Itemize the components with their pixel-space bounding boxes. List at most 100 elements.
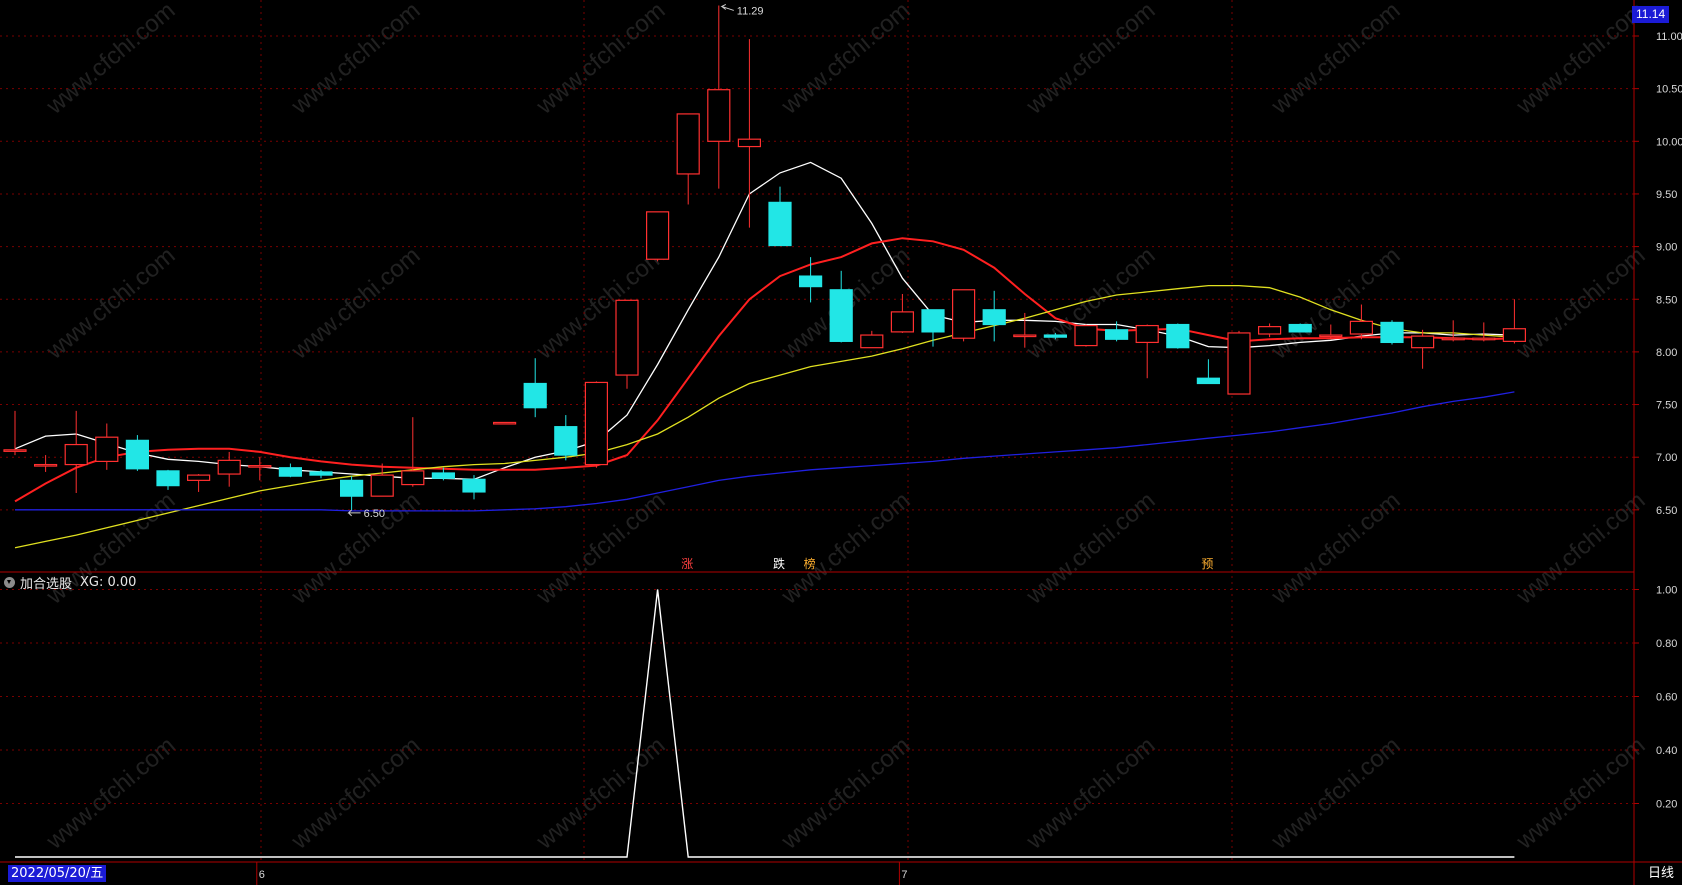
watermark-text: www.cfchi.com <box>1511 242 1651 365</box>
candle-down <box>1380 321 1404 344</box>
candle-up <box>248 465 272 468</box>
candle-down <box>125 439 150 470</box>
candle-down <box>768 201 792 247</box>
candle-up <box>645 211 670 260</box>
candle-down <box>309 471 333 476</box>
indicator-y-tick-label: 0.60 <box>1656 692 1677 704</box>
watermark-text: www.cfchi.com <box>531 242 671 365</box>
chart-canvas[interactable]: www.cfchi.com www.cfchi.com www.cfchi.com w… <box>0 0 1682 885</box>
candle-down <box>156 470 180 487</box>
candle-up <box>64 443 88 466</box>
candle-down <box>982 309 1006 326</box>
candle-up <box>1410 335 1435 349</box>
candle-up <box>951 289 976 339</box>
signal-marker: 预 <box>1201 557 1213 571</box>
watermark-text: www.cfchi.com <box>286 487 426 610</box>
candle-up <box>676 113 700 175</box>
candle-down <box>1288 323 1312 333</box>
indicator-menu-icon[interactable] <box>4 576 15 588</box>
watermark-text: www.cfchi.com <box>41 487 181 610</box>
candle-down <box>1166 323 1190 349</box>
candle-down <box>921 309 945 333</box>
candle-down <box>798 275 823 288</box>
candle-up <box>370 474 394 497</box>
y-tick-label: 8.50 <box>1656 294 1677 306</box>
month-label: 7 <box>901 869 907 881</box>
watermark-text: www.cfchi.com <box>1021 487 1161 610</box>
month-label: 6 <box>259 869 265 881</box>
ma-line-4 <box>15 391 1515 512</box>
y-tick-label: 8.00 <box>1656 347 1677 359</box>
candle-up <box>707 89 731 142</box>
candle-up <box>1441 337 1465 341</box>
candle-up <box>1013 334 1037 338</box>
candle-up <box>217 459 241 475</box>
candle-up <box>860 334 884 349</box>
indicator-y-tick-label: 1.00 <box>1656 585 1677 597</box>
candle-up <box>1074 324 1098 347</box>
watermark-text: www.cfchi.com <box>41 0 181 120</box>
current-price-box: 11.14 <box>1632 6 1670 23</box>
candle-up <box>1257 326 1282 335</box>
watermark-layer: www.cfchi.com www.cfchi.com www.cfchi.com w… <box>41 0 1651 855</box>
candle-up <box>737 138 762 148</box>
candle-down <box>340 479 364 497</box>
y-tick-label: 7.50 <box>1656 400 1677 412</box>
candle-up <box>615 299 639 376</box>
indicator-y-tick-label: 0.40 <box>1656 745 1677 757</box>
y-tick-label: 10.50 <box>1656 84 1682 96</box>
signal-marker: 跌 <box>773 556 785 571</box>
signal-marker: 涨 <box>681 556 693 571</box>
watermark-text: www.cfchi.com <box>1266 0 1406 120</box>
candle-up <box>3 449 27 452</box>
candle-down <box>462 478 486 493</box>
watermark-text: www.cfchi.com <box>1266 732 1406 855</box>
watermark-text: www.cfchi.com <box>1021 0 1161 120</box>
candle-down <box>523 382 547 409</box>
candle-up <box>493 421 517 425</box>
max-arrow-icon <box>720 4 734 11</box>
watermark-text: www.cfchi.com <box>1266 487 1406 610</box>
indicator-name: 加合选股 <box>20 576 73 592</box>
indicator-y-tick-label: 0.80 <box>1656 638 1677 650</box>
candle-up <box>1135 324 1159 344</box>
candle-up <box>1349 320 1374 335</box>
signal-marker: 榜 <box>804 556 816 571</box>
watermark-text: www.cfchi.com <box>1021 242 1161 365</box>
min-price-label: 6.50 <box>364 508 385 520</box>
watermark-text: www.cfchi.com <box>1021 732 1161 855</box>
y-tick-label: 7.00 <box>1656 452 1677 464</box>
candle-down <box>829 289 853 342</box>
watermark-text: www.cfchi.com <box>286 0 426 120</box>
candle-up <box>1227 332 1251 395</box>
indicator-value: XG: 0.00 <box>80 574 137 590</box>
indicator-header[interactable]: 加合选股 XG: 0.00 <box>4 573 137 592</box>
watermark-text: www.cfchi.com <box>1511 487 1651 610</box>
candle-up <box>1502 328 1527 342</box>
candle-up <box>401 470 425 486</box>
date-label: 2022/05/20/五 <box>8 865 107 882</box>
candle-down <box>278 467 302 477</box>
watermark-text: www.cfchi.com <box>286 242 426 365</box>
watermark-text: www.cfchi.com <box>41 242 181 365</box>
watermark-text: www.cfchi.com <box>776 487 916 610</box>
candle-up <box>584 381 609 466</box>
y-tick-label: 10.00 <box>1656 136 1682 148</box>
y-tick-label: 6.50 <box>1656 505 1677 517</box>
max-price-label: 11.29 <box>737 5 764 17</box>
candle-down <box>554 426 578 456</box>
candle-up <box>187 474 211 481</box>
watermark-text: www.cfchi.com <box>1266 242 1406 365</box>
watermark-text: www.cfchi.com <box>776 0 916 120</box>
watermark-text: www.cfchi.com <box>531 487 671 610</box>
candle-down <box>1043 334 1068 338</box>
y-tick-label: 9.00 <box>1656 242 1677 254</box>
candle-up <box>95 436 119 463</box>
period-label[interactable]: 日线 <box>1648 865 1674 882</box>
indicator-y-tick-label: 0.20 <box>1656 799 1677 811</box>
ma-line-1 <box>14 161 1515 480</box>
candle-up <box>33 463 58 467</box>
watermark-text: www.cfchi.com <box>1511 0 1651 120</box>
candle-up <box>890 311 915 333</box>
y-tick-label: 11.00 <box>1656 31 1682 43</box>
